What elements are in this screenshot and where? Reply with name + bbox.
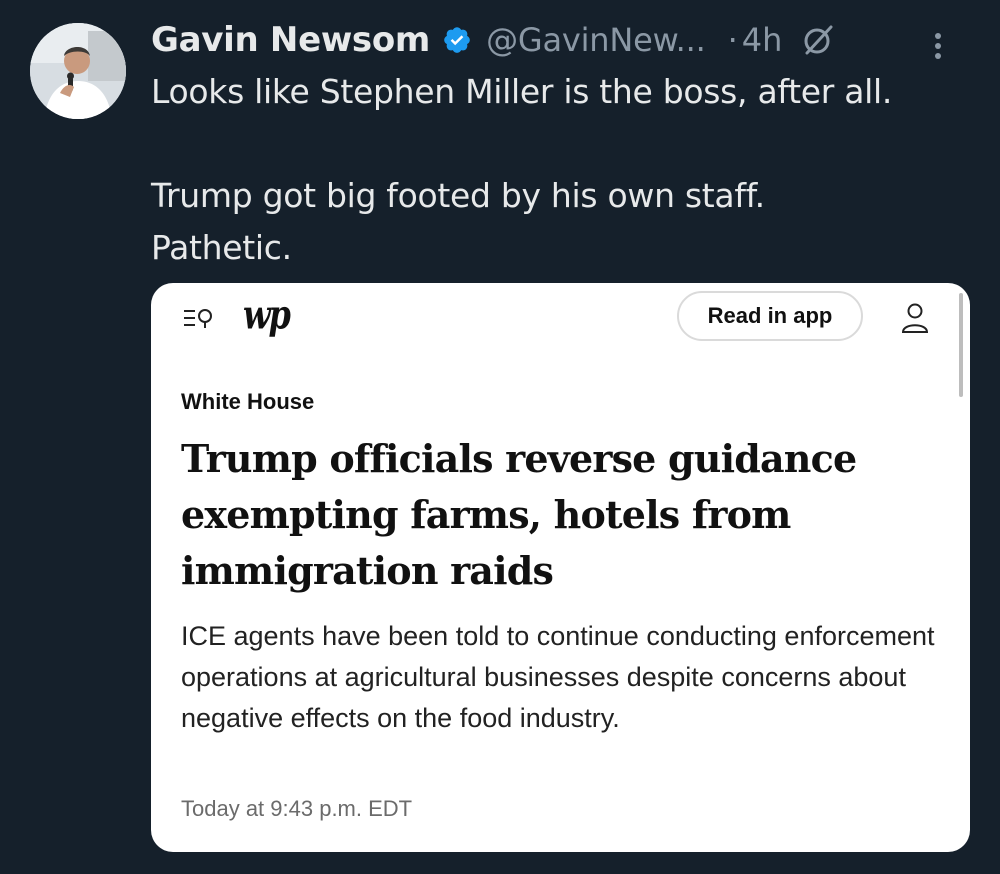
section-label[interactable]: White House	[181, 389, 314, 415]
tweet-time[interactable]: 4h	[742, 21, 783, 59]
article-headline[interactable]: Trump officials reverse guidance exempti…	[181, 431, 941, 599]
more-options-icon[interactable]	[931, 26, 945, 66]
tweet-text-line: Looks like Stephen Miller is the boss, a…	[151, 72, 893, 111]
scrollbar[interactable]	[959, 293, 963, 397]
article-summary: ICE agents have been told to continue co…	[181, 621, 935, 733]
menu-search-icon[interactable]	[182, 303, 216, 333]
tweet-text-line: Trump got big footed by his own staff.	[151, 176, 765, 215]
tweet-header: Gavin Newsom @GavinNew... · 4h	[151, 16, 971, 64]
avatar[interactable]	[30, 23, 126, 119]
article-timestamp: Today at 9:43 p.m. EDT	[181, 796, 413, 821]
user-account-icon[interactable]	[900, 301, 930, 335]
avatar-photo	[30, 23, 126, 119]
separator-dot: ·	[727, 21, 738, 59]
tweet-text: Looks like Stephen Miller is the boss, a…	[151, 66, 971, 274]
author-handle[interactable]: @GavinNew...	[486, 21, 706, 59]
verified-badge-icon	[442, 25, 472, 55]
author-name[interactable]: Gavin Newsom	[151, 20, 430, 60]
read-in-app-button[interactable]: Read in app	[677, 291, 863, 341]
grok-icon[interactable]	[800, 22, 836, 58]
tweet-text-line: Pathetic.	[151, 228, 292, 267]
tweet: Gavin Newsom @GavinNew... · 4h Looks lik…	[0, 0, 1000, 874]
article-card[interactable]: wp Read in app White House Trump officia…	[151, 283, 970, 852]
washington-post-logo[interactable]: wp	[243, 291, 291, 339]
